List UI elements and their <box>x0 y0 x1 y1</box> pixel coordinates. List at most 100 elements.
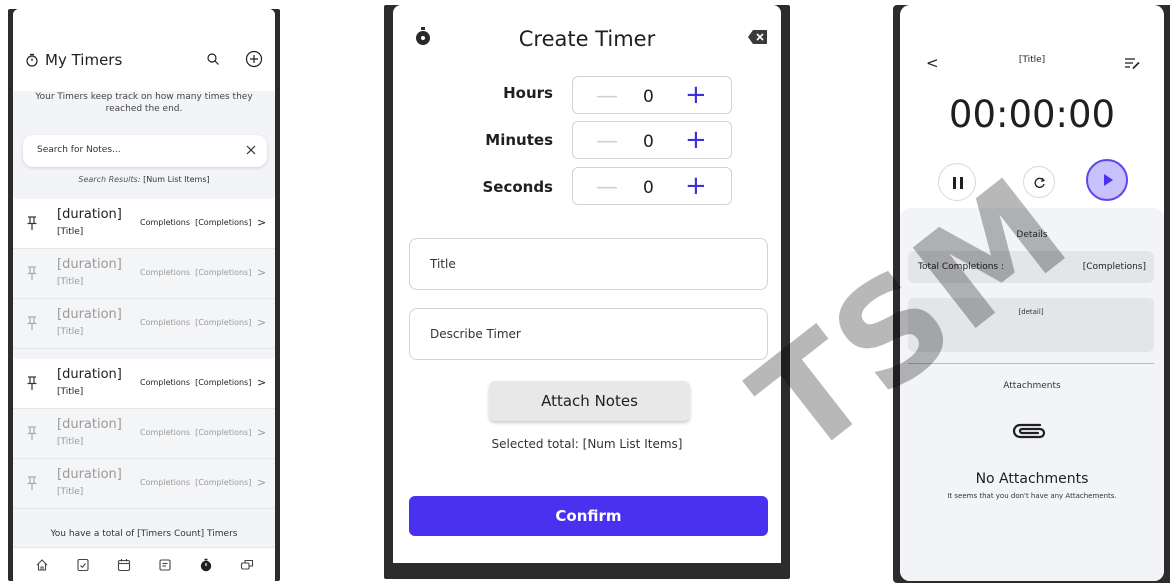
no-attachments-subtitle: It seems that you don't have any Attache… <box>947 492 1117 500</box>
search-results: Search Results: [Num List Items] <box>13 175 275 184</box>
timer-clock: 00:00:00 <box>948 93 1116 136</box>
no-attachments-title: No Attachments <box>975 471 1089 487</box>
my-timers-screen: My Timers Your Timers keep track on how … <box>13 9 275 581</box>
chat-icon[interactable] <box>240 558 254 572</box>
hours-value: 0 <box>643 87 654 107</box>
list-item[interactable]: [duration] [Title] Completions [Completi… <box>13 409 275 459</box>
list-item[interactable]: [duration] [Title] Completions [Completi… <box>13 249 275 299</box>
search-input[interactable]: Search for Notes... <box>23 135 267 167</box>
seconds-stepper: — 0 + <box>572 167 732 205</box>
total-completions-row: Total Completions : [Completions] <box>908 251 1154 283</box>
timer-completions: Completions [Completions] <box>140 268 252 277</box>
hours-plus-button[interactable]: + <box>685 80 707 110</box>
timer-completions: Completions [Completions] <box>140 378 252 387</box>
detail-box: [detail] <box>908 298 1154 352</box>
timer-duration: [duration] <box>57 417 122 432</box>
hours-label: Hours <box>503 84 553 102</box>
reset-button[interactable] <box>1023 166 1055 198</box>
attach-notes-button[interactable]: Attach Notes <box>489 381 690 421</box>
timers-description: Your Timers keep track on how many times… <box>35 92 253 114</box>
pause-button[interactable] <box>938 163 976 201</box>
minutes-label: Minutes <box>485 131 553 149</box>
pin-icon[interactable] <box>26 375 38 391</box>
page-title-text: My Timers <box>45 51 123 69</box>
pin-icon[interactable] <box>26 425 38 441</box>
seconds-value: 0 <box>643 178 654 198</box>
notes-icon[interactable] <box>158 558 172 572</box>
timer-completions: Completions [Completions] <box>140 478 252 487</box>
pin-icon[interactable] <box>26 215 38 231</box>
timer-duration: [duration] <box>57 307 122 322</box>
title-placeholder: Title <box>430 257 456 271</box>
timer-detail-screen: < [Title] 00:00:00 Details Total Complet… <box>900 5 1164 581</box>
total-completions-label: Total Completions : <box>918 262 1005 272</box>
list-item[interactable]: [duration] [Title] Completions [Completi… <box>13 199 275 249</box>
seconds-minus-button[interactable]: — <box>596 175 618 200</box>
pin-icon[interactable] <box>26 265 38 281</box>
search-results-value: [Num List Items] <box>143 175 210 184</box>
details-heading: Details <box>1016 230 1048 240</box>
close-icon[interactable] <box>245 144 257 156</box>
chevron-right-icon: > <box>257 376 267 389</box>
list-item[interactable]: [duration] [Title] Completions [Completi… <box>13 299 275 349</box>
divider <box>908 363 1154 364</box>
stopwatch-icon[interactable] <box>199 558 213 572</box>
pin-icon[interactable] <box>26 315 38 331</box>
timer-duration: [duration] <box>57 257 122 272</box>
page-title: My Timers <box>25 51 122 69</box>
edit-list-icon[interactable] <box>1124 56 1140 70</box>
selected-total: Selected total: [Num List Items] <box>491 437 683 451</box>
chevron-right-icon: > <box>257 316 267 329</box>
minutes-stepper: — 0 + <box>572 121 732 159</box>
confirm-button[interactable]: Confirm <box>409 496 768 536</box>
detail-text: [detail] <box>1018 308 1044 316</box>
timer-duration: [duration] <box>57 467 122 482</box>
timers-total: You have a total of [Timers Count] Timer… <box>50 529 238 539</box>
search-icon[interactable] <box>206 52 220 66</box>
timer-title: [Title] <box>57 437 84 447</box>
describe-timer-placeholder: Describe Timer <box>430 327 521 341</box>
seconds-label: Seconds <box>482 178 553 196</box>
page-title: Create Timer <box>518 27 656 51</box>
chevron-right-icon: > <box>257 426 267 439</box>
calendar-icon[interactable] <box>117 558 131 572</box>
stopwatch-icon <box>26 53 38 67</box>
timer-detail-phone: < [Title] 00:00:00 Details Total Complet… <box>893 5 1170 583</box>
refresh-icon <box>1034 177 1046 188</box>
title-input[interactable]: Title <box>409 238 768 290</box>
total-completions-value: [Completions] <box>1082 262 1146 272</box>
list-item[interactable]: [duration] [Title] Completions [Completi… <box>13 359 275 409</box>
pin-icon[interactable] <box>26 475 38 491</box>
list-item[interactable]: [duration] [Title] Completions [Completi… <box>13 459 275 509</box>
describe-timer-input[interactable]: Describe Timer <box>409 308 768 360</box>
create-timer-phone: Create Timer Hours — 0 + Minutes — 0 + S… <box>384 5 790 579</box>
my-timers-header: My Timers <box>13 9 275 91</box>
home-icon[interactable] <box>35 558 49 572</box>
search-placeholder: Search for Notes... <box>37 145 121 155</box>
bottom-nav <box>13 547 275 581</box>
timer-title: [Title] <box>57 327 84 337</box>
timer-duration: [duration] <box>57 207 122 222</box>
hours-stepper: — 0 + <box>572 76 732 114</box>
minutes-plus-button[interactable]: + <box>685 125 707 155</box>
hours-minus-button[interactable]: — <box>596 84 618 109</box>
my-timers-phone: My Timers Your Timers keep track on how … <box>8 9 280 581</box>
search-results-label: Search Results: <box>78 175 141 184</box>
timer-duration: [duration] <box>57 367 122 382</box>
seconds-plus-button[interactable]: + <box>685 171 707 201</box>
minutes-value: 0 <box>643 132 654 152</box>
attachments-heading: Attachments <box>1003 381 1061 391</box>
backspace-icon[interactable] <box>747 29 769 45</box>
create-timer-screen: Create Timer Hours — 0 + Minutes — 0 + S… <box>393 5 781 563</box>
timer-completions: Completions [Completions] <box>140 318 252 327</box>
add-timer-icon[interactable] <box>245 50 263 68</box>
play-icon <box>1104 174 1113 186</box>
timer-completions: Completions [Completions] <box>140 428 252 437</box>
play-button[interactable] <box>1086 159 1128 201</box>
paperclip-icon <box>1012 423 1046 439</box>
checklist-icon[interactable] <box>76 558 90 572</box>
timer-title: [Title] <box>57 387 84 397</box>
minutes-minus-button[interactable]: — <box>596 129 618 154</box>
timer-title: [Title] <box>57 487 84 497</box>
timer-list: [duration] [Title] Completions [Completi… <box>13 199 275 509</box>
